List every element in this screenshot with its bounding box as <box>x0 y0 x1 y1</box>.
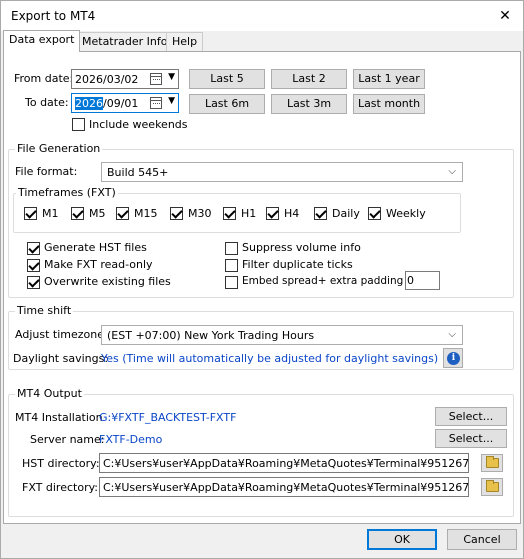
file-format-value: Build 545+ <box>107 166 169 179</box>
timeframes-label: Timeframes (FXT) <box>16 186 118 199</box>
to-date-picker[interactable]: 2026/09/01 ▼ <box>71 93 179 113</box>
to-date-rest: /09/01 <box>103 97 139 110</box>
fxt-read-only-label: Make FXT read-only <box>44 258 153 271</box>
padding-value: 0 <box>407 274 414 287</box>
mt4-output-label: MT4 Output <box>15 387 84 400</box>
embed-spread-checkbox[interactable] <box>225 276 238 289</box>
file-format-select[interactable]: Build 545+ ⌵ <box>101 162 463 182</box>
last-3m-button[interactable]: Last 3m <box>271 94 347 114</box>
overwrite-files-label: Overwrite existing files <box>44 275 171 288</box>
calendar-icon[interactable] <box>150 97 162 109</box>
timeframe-m15-checkbox[interactable] <box>116 207 129 220</box>
chevron-down-icon: ⌵ <box>448 329 456 340</box>
timeframe-daily-checkbox[interactable] <box>314 207 327 220</box>
include-weekends-label: Include weekends <box>89 118 188 131</box>
folder-icon <box>486 480 499 492</box>
timeframe-m5-checkbox[interactable] <box>71 207 84 220</box>
daylight-savings-label: Daylight savings: <box>13 352 109 365</box>
timeframes-group: Timeframes (FXT) M1 M5 M15 M30 H1 H4 Dai… <box>13 186 461 233</box>
chevron-down-icon[interactable]: ▼ <box>168 96 175 106</box>
timeframe-h4-label: H4 <box>284 207 300 220</box>
browse-hst-button[interactable] <box>481 454 503 472</box>
folder-icon <box>486 456 499 468</box>
chevron-down-icon[interactable]: ▼ <box>168 72 175 82</box>
hst-directory-label: HST directory: <box>22 457 100 470</box>
last-5-button[interactable]: Last 5 <box>189 69 265 89</box>
fxt-directory-value: C:¥Users¥user¥AppData¥Roaming¥MetaQuotes… <box>103 481 469 494</box>
select-server-button[interactable]: Select... <box>435 429 507 448</box>
from-date-picker[interactable]: 2026/03/02 ▼ <box>71 69 179 89</box>
to-date-year-selected: 2026 <box>75 97 103 110</box>
file-format-label: File format: <box>15 165 78 178</box>
overwrite-files-checkbox[interactable] <box>27 276 40 289</box>
include-weekends-checkbox[interactable] <box>72 118 85 131</box>
generate-hst-label: Generate HST files <box>44 241 147 254</box>
padding-input[interactable]: 0 <box>405 271 440 290</box>
last-6m-button[interactable]: Last 6m <box>189 94 265 114</box>
to-date-label: To date: <box>25 96 69 109</box>
window-title: Export to MT4 <box>11 9 96 23</box>
timeframe-h4-checkbox[interactable] <box>266 207 279 220</box>
adjust-timezone-label: Adjust timezone: <box>15 328 108 341</box>
timeframe-h1-label: H1 <box>241 207 257 220</box>
select-installation-button[interactable]: Select... <box>435 407 507 426</box>
suppress-volume-checkbox[interactable] <box>225 242 238 255</box>
to-date-value: 2026/09/01 <box>75 97 138 110</box>
timeframe-m5-label: M5 <box>89 207 106 220</box>
file-generation-group: File Generation File format: Build 545+ … <box>8 142 514 298</box>
timeframe-daily-label: Daily <box>332 207 360 220</box>
timeframe-weekly-label: Weekly <box>386 207 426 220</box>
fxt-read-only-checkbox[interactable] <box>27 259 40 272</box>
tab-data-export[interactable]: Data export <box>3 30 81 52</box>
timeframe-m1-label: M1 <box>42 207 59 220</box>
browse-fxt-button[interactable] <box>481 478 503 496</box>
last-2-button[interactable]: Last 2 <box>271 69 347 89</box>
timeframe-weekly-checkbox[interactable] <box>368 207 381 220</box>
chevron-down-icon: ⌵ <box>448 166 456 177</box>
timeframe-h1-checkbox[interactable] <box>223 207 236 220</box>
generate-hst-checkbox[interactable] <box>27 242 40 255</box>
timeframe-m30-label: M30 <box>188 207 212 220</box>
close-icon[interactable]: ✕ <box>495 6 515 26</box>
tab-help[interactable]: Help <box>166 32 204 52</box>
suppress-volume-label: Suppress volume info <box>242 241 361 254</box>
mt4-output-group: MT4 Output MT4 Installation G:¥FXTF_BACK… <box>8 387 514 517</box>
fxt-directory-label: FXT directory: <box>22 481 99 494</box>
hst-directory-value: C:¥Users¥user¥AppData¥Roaming¥MetaQuotes… <box>103 457 469 470</box>
time-shift-label: Time shift <box>15 304 74 317</box>
last-month-button[interactable]: Last month <box>353 94 425 114</box>
timeframe-m15-label: M15 <box>134 207 158 220</box>
fxt-directory-input[interactable]: C:¥Users¥user¥AppData¥Roaming¥MetaQuotes… <box>99 477 469 497</box>
timeframe-m30-checkbox[interactable] <box>170 207 183 220</box>
tab-metatrader-info[interactable]: Metatrader Info <box>76 32 174 52</box>
timezone-select[interactable]: (EST +07:00) New York Trading Hours ⌵ <box>101 325 463 345</box>
calendar-icon[interactable] <box>150 73 162 85</box>
timezone-value: (EST +07:00) New York Trading Hours <box>107 329 315 342</box>
filter-duplicate-checkbox[interactable] <box>225 259 238 272</box>
from-date-label: From date: <box>14 72 74 85</box>
hst-directory-input[interactable]: C:¥Users¥user¥AppData¥Roaming¥MetaQuotes… <box>99 453 469 473</box>
from-date-value: 2026/03/02 <box>75 73 139 86</box>
timeframe-m1-checkbox[interactable] <box>24 207 37 220</box>
server-name-label: Server name: <box>30 433 105 446</box>
server-name-value: FXTF-Demo <box>99 433 163 446</box>
filter-duplicate-label: Filter duplicate ticks <box>242 258 353 271</box>
info-icon: i <box>447 352 460 365</box>
mt4-installation-label: MT4 Installation <box>15 411 103 424</box>
file-generation-label: File Generation <box>15 142 103 155</box>
daylight-info-button[interactable]: i <box>443 348 463 368</box>
mt4-installation-value: G:¥FXTF_BACKTEST-FXTF <box>99 411 237 424</box>
title-bar: Export to MT4 ✕ <box>1 1 523 31</box>
cancel-button[interactable]: Cancel <box>447 529 517 550</box>
embed-spread-label: Embed spread+ extra padding of <box>242 275 417 287</box>
ok-button[interactable]: OK <box>367 529 437 550</box>
export-dialog: Export to MT4 ✕ Data export Metatrader I… <box>0 0 524 559</box>
time-shift-group: Time shift Adjust timezone: (EST +07:00)… <box>8 304 514 370</box>
daylight-savings-value: Yes (Time will automatically be adjusted… <box>101 352 439 365</box>
data-export-panel: From date: 2026/03/02 ▼ To date: 2026/09… <box>3 51 521 524</box>
last-1-year-button[interactable]: Last 1 year <box>353 69 425 89</box>
